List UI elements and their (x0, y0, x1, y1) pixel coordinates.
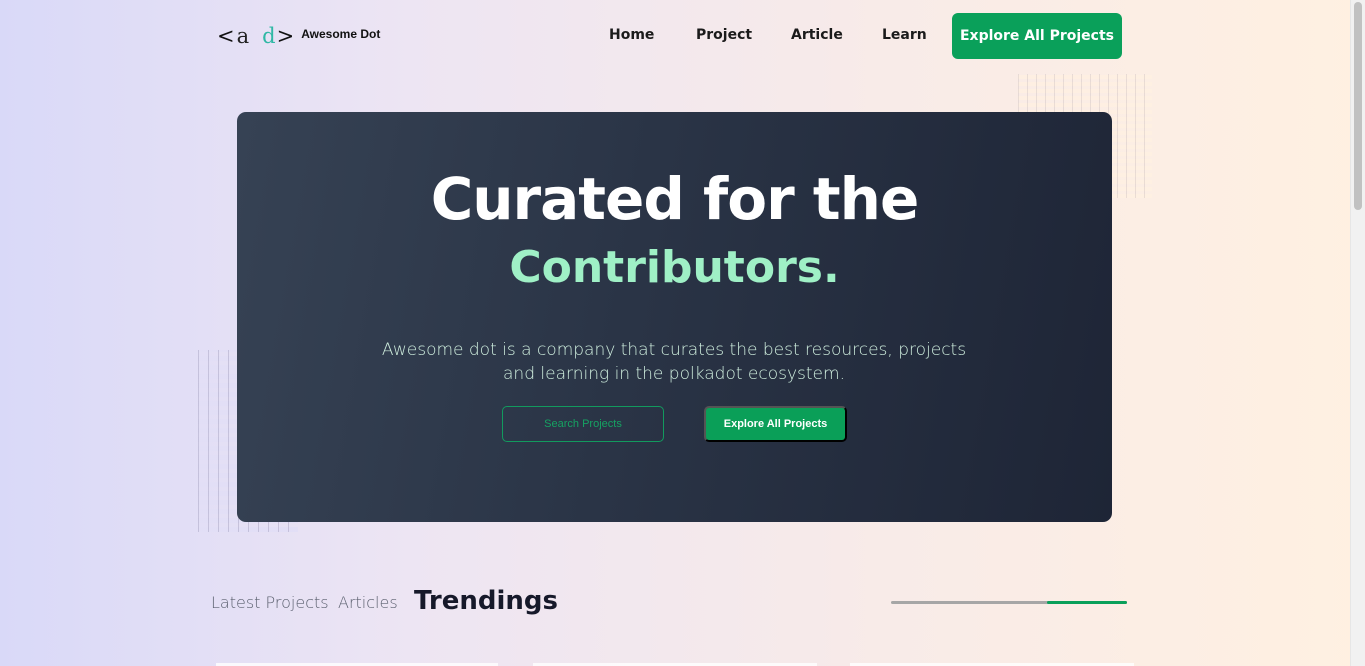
tab-articles[interactable]: Articles (338, 593, 398, 612)
explore-all-projects-nav-button[interactable]: Explore All Projects (952, 13, 1122, 59)
hero-title: Curated for the (430, 165, 920, 233)
hero-section: Curated for the Contributors. Awesome do… (237, 112, 1112, 522)
tab-latest-projects[interactable]: Latest Projects (211, 593, 329, 612)
logo[interactable]: < a d > Awesome Dot (217, 24, 380, 48)
tab-trendings[interactable]: Trendings (414, 586, 558, 616)
nav-project[interactable]: Project (696, 27, 752, 43)
nav-article[interactable]: Article (791, 27, 843, 43)
logo-a: a (236, 24, 251, 48)
nav-home[interactable]: Home (609, 27, 654, 43)
logo-lt: < (217, 24, 236, 48)
logo-d: d (262, 24, 277, 48)
page-scrollbar[interactable] (1350, 0, 1365, 666)
search-projects-button[interactable]: Search Projects (502, 406, 664, 442)
hero-accent-title: Contributors. (509, 242, 840, 293)
explore-all-projects-hero-button[interactable]: Explore All Projects (704, 406, 847, 442)
carousel-progress-fill (1046, 601, 1127, 604)
scrollbar-thumb[interactable] (1354, 2, 1362, 210)
nav-learn[interactable]: Learn (882, 27, 927, 43)
logo-mark: < a d > (217, 24, 295, 48)
logo-gt: > (276, 24, 296, 48)
hero-description: Awesome dot is a company that curates th… (381, 340, 967, 384)
logo-name: Awesome Dot (301, 27, 381, 41)
carousel-progress-track (891, 601, 1127, 604)
